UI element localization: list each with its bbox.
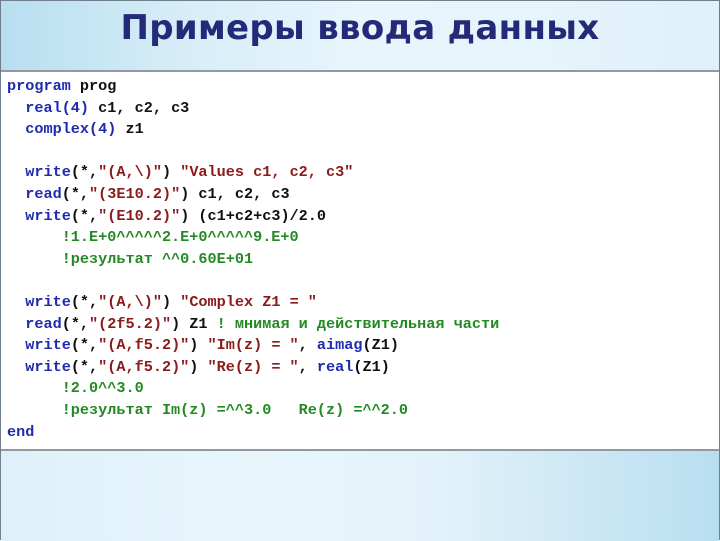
- code-string: "Re(z) = ": [207, 357, 299, 376]
- code-keyword: write: [25, 357, 71, 376]
- code-keyword: read: [25, 314, 62, 333]
- code-string: "Values c1, c2, c3": [180, 163, 354, 182]
- slide-title: Примеры ввода данных: [120, 8, 600, 48]
- code-keyword: program: [7, 77, 71, 95]
- code-line: !2.0^^3.0: [7, 378, 499, 400]
- code-text: ,: [298, 357, 317, 376]
- code-keyword: real: [316, 357, 354, 376]
- code-keyword: write: [25, 206, 71, 225]
- code-keyword: read: [25, 184, 62, 203]
- code-line: write(*,"(E10.2)") (c1+c2+c3)/2.0: [7, 206, 499, 228]
- code-comment: !1.E+0^^^^^2.E+0^^^^^9.E+0: [61, 228, 299, 247]
- code-string: "(A,f5.2)": [98, 357, 190, 376]
- code-line: !результат Im(z) =^^3.0 Re(z) =^^2.0: [7, 400, 499, 422]
- code-text: (*,: [70, 206, 99, 225]
- code-keyword: end: [7, 422, 35, 441]
- code-text: (*,: [61, 184, 90, 203]
- code-text: (*,: [70, 163, 99, 182]
- code-text: (*,: [70, 292, 99, 311]
- code-text: (*,: [70, 336, 99, 355]
- code-text: (*,: [70, 357, 99, 376]
- code-line: real(4) c1, c2, c3: [7, 98, 499, 120]
- code-string: "Complex Z1 = ": [180, 292, 317, 311]
- code-string: "(A,\)": [98, 292, 162, 311]
- code-text: (Z1): [353, 357, 390, 376]
- slide-header: Примеры ввода данных: [1, 1, 719, 72]
- code-string: "(2f5.2)": [89, 314, 172, 333]
- code-string: "(E10.2)": [98, 206, 181, 225]
- code-text: ,: [298, 336, 317, 355]
- code-listing: program prog real(4) c1, c2, c3 complex(…: [1, 72, 719, 448]
- code-line: !результат ^^0.60E+01: [7, 249, 499, 271]
- code-text: prog: [70, 77, 117, 95]
- code-line: write(*,"(A,f5.2)") "Im(z) = ", aimag(Z1…: [7, 335, 499, 357]
- code-comment: !2.0^^3.0: [61, 379, 144, 398]
- code-comment: !результат ^^0.60E+01: [61, 249, 254, 268]
- code-string: "(3E10.2)": [89, 184, 181, 203]
- code-comment: !результат Im(z) =^^3.0 Re(z) =^^2.0: [61, 400, 409, 419]
- code-line: write(*,"(A,f5.2)") "Re(z) = ", real(Z1): [7, 357, 499, 379]
- code-keyword: complex(4): [25, 120, 117, 139]
- code-line: !1.E+0^^^^^2.E+0^^^^^9.E+0: [7, 227, 499, 249]
- code-string: "(A,\)": [98, 163, 162, 182]
- code-keyword: write: [25, 292, 71, 311]
- code-line: write(*,"(A,\)") "Values c1, c2, c3": [7, 162, 499, 184]
- code-text: ) Z1: [171, 314, 217, 333]
- code-line: read(*,"(2f5.2)") Z1 ! мнимая и действит…: [7, 314, 499, 336]
- code-line: program prog: [7, 76, 499, 98]
- code-line: complex(4) z1: [7, 119, 499, 141]
- code-keyword: aimag: [316, 336, 363, 355]
- code-keyword: write: [25, 336, 71, 355]
- code-string: "(A,f5.2)": [98, 336, 190, 355]
- code-line: read(*,"(3E10.2)") c1, c2, c3: [7, 184, 499, 206]
- code-text: (*,: [61, 314, 90, 333]
- code-text: (Z1): [362, 336, 399, 355]
- code-text: z1: [116, 120, 144, 139]
- code-string: "Im(z) = ": [207, 336, 299, 355]
- code-comment: ! мнимая и действительная части: [216, 314, 500, 333]
- code-text: ): [189, 357, 208, 376]
- code-keyword: write: [25, 163, 71, 182]
- code-line: end: [7, 422, 499, 444]
- code-text: c1, c2, c3: [89, 98, 190, 117]
- code-text: ): [189, 336, 208, 355]
- code-text: ): [161, 292, 181, 311]
- code-text: ): [161, 163, 181, 182]
- code-block: program prog real(4) c1, c2, c3 complex(…: [7, 76, 499, 443]
- code-keyword: real(4): [25, 98, 90, 117]
- slide-footer: [1, 449, 719, 541]
- code-text: ) c1, c2, c3: [180, 184, 290, 203]
- code-line: write(*,"(A,\)") "Complex Z1 = ": [7, 292, 499, 314]
- code-text: ) (c1+c2+c3)/2.0: [180, 206, 327, 225]
